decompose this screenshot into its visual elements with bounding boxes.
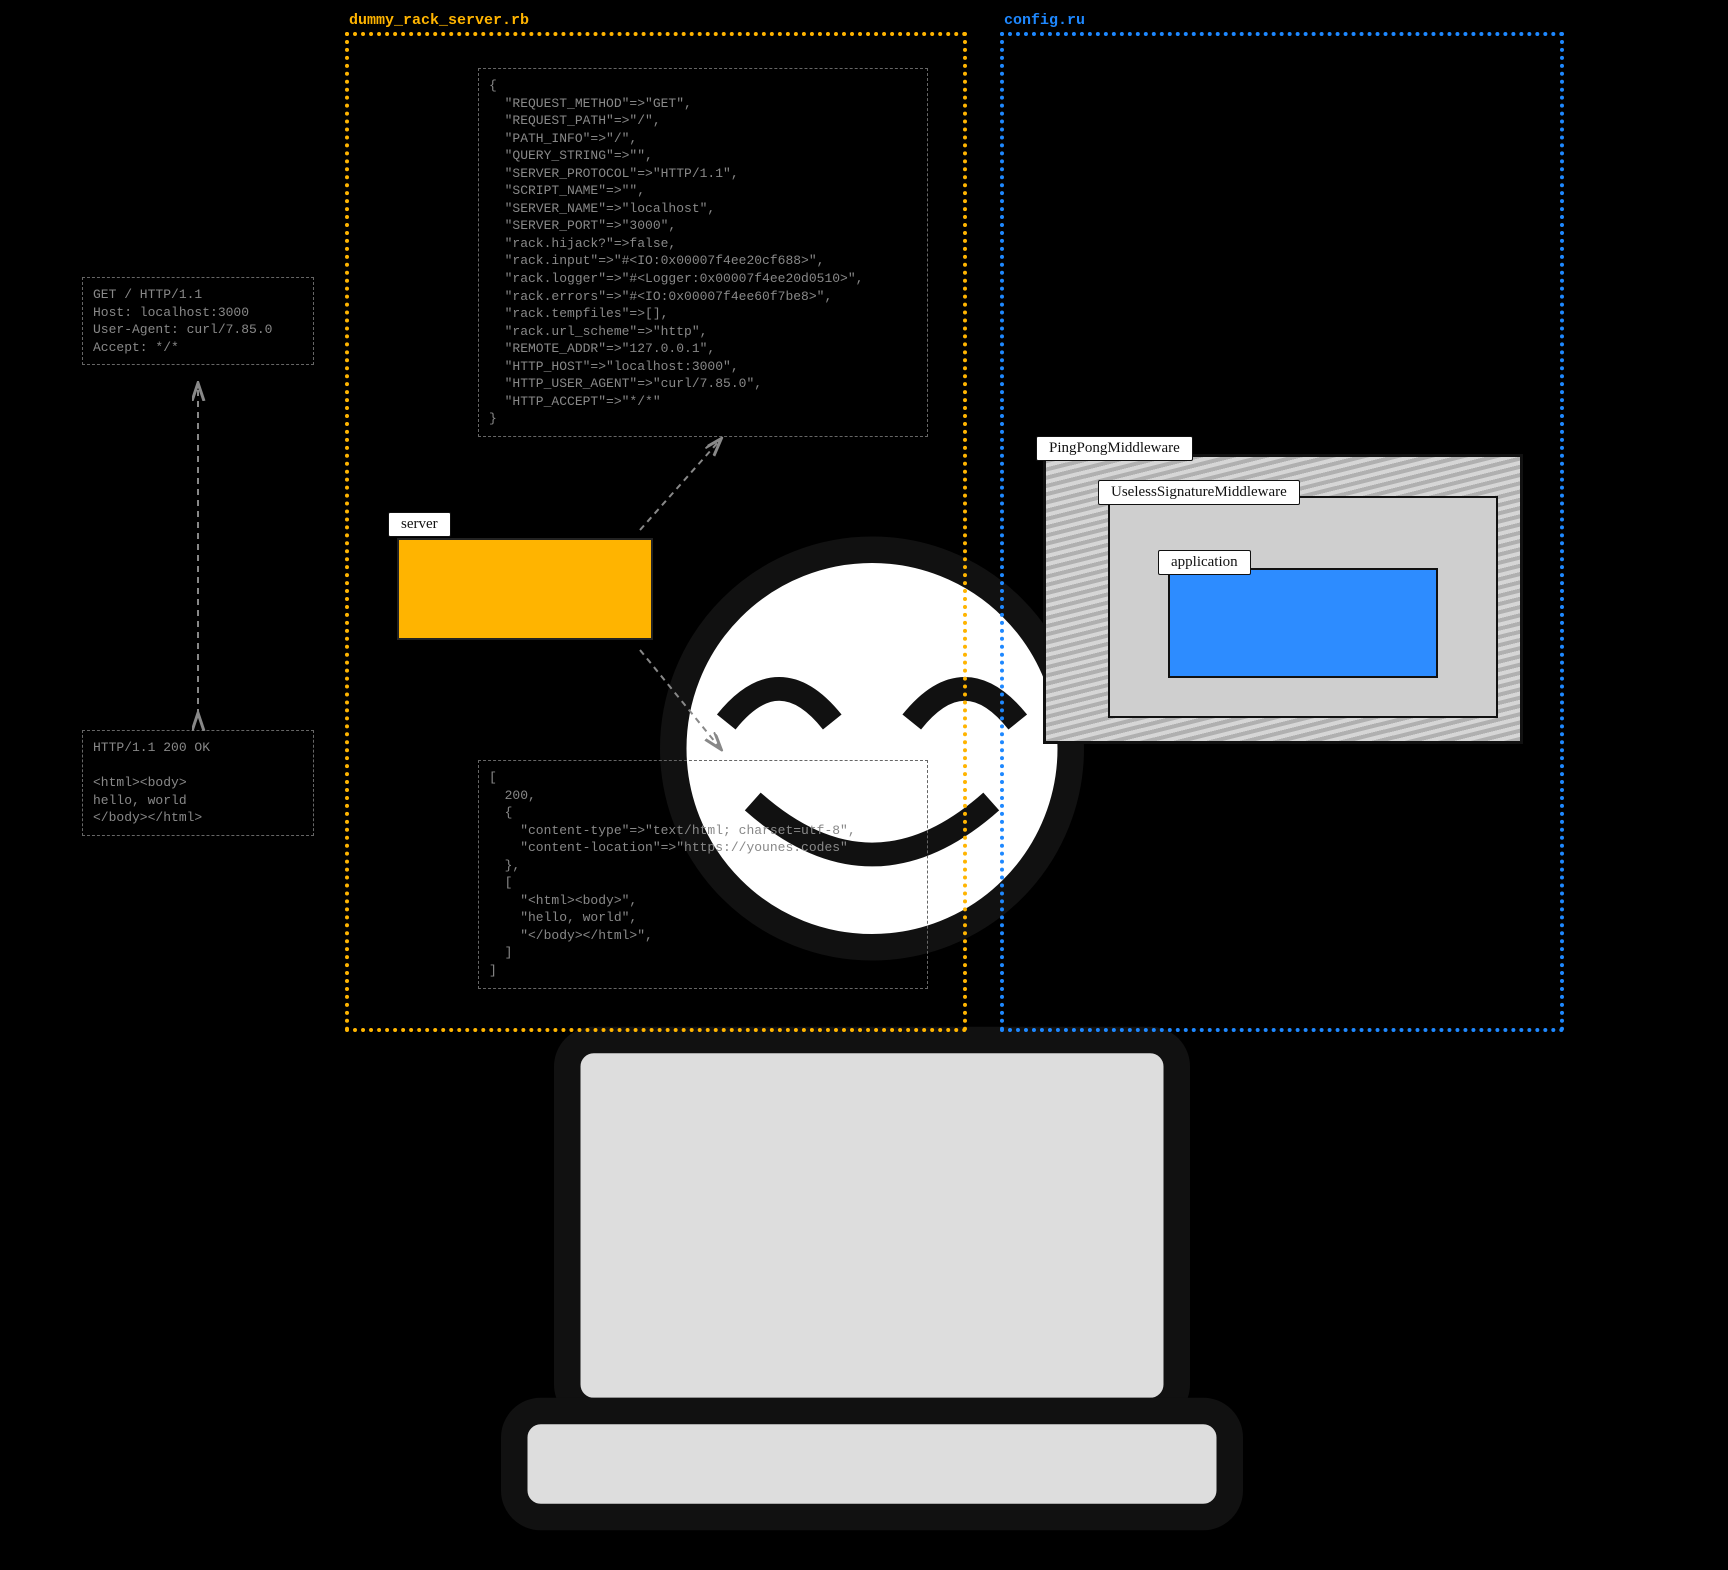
config-file-label: config.ru (1004, 12, 1085, 29)
application-block (1168, 568, 1438, 678)
response-array-box: [ 200, { "content-type"=>"text/html; cha… (478, 760, 928, 989)
server-file-label: dummy_rack_server.rb (349, 12, 529, 29)
server-block (397, 538, 653, 640)
http-response-box: HTTP/1.1 200 OK <html><body> hello, worl… (82, 730, 314, 836)
pingpong-label: PingPongMiddleware (1036, 436, 1193, 461)
user-icon (8, 510, 66, 590)
application-label: application (1158, 550, 1251, 575)
http-request-box: GET / HTTP/1.1 Host: localhost:3000 User… (82, 277, 314, 365)
server-label-tag: server (388, 512, 451, 537)
env-hash-box: { "REQUEST_METHOD"=>"GET", "REQUEST_PATH… (478, 68, 928, 437)
useless-label: UselessSignatureMiddleware (1098, 480, 1300, 505)
